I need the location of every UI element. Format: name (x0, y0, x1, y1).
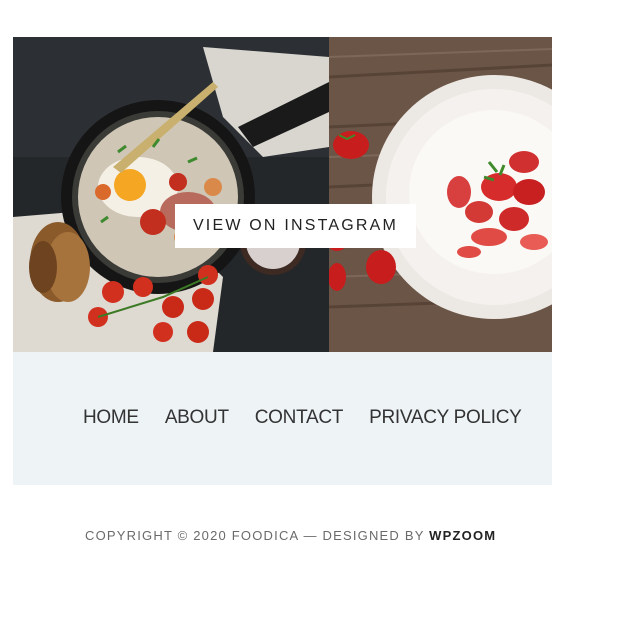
footer-menu: HOME ABOUT CONTACT PRIVACY POLICY (13, 352, 552, 485)
wpzoom-link[interactable]: WPZOOM (429, 528, 496, 543)
copyright-text: COPYRIGHT © 2020 FOODICA — DESIGNED BY (85, 528, 430, 543)
footer-menu-privacy-policy-link[interactable]: PRIVACY POLICY (369, 407, 522, 429)
instagram-feed: VIEW ON INSTAGRAM (13, 37, 552, 352)
instagram-photo-breakfast[interactable] (13, 37, 329, 352)
footer-menu-home-link[interactable]: HOME (83, 407, 139, 429)
footer-menu-list: HOME ABOUT CONTACT PRIVACY POLICY (83, 407, 548, 429)
footer-menu-about-link[interactable]: ABOUT (165, 407, 229, 429)
footer-menu-contact-link[interactable]: CONTACT (255, 407, 344, 429)
view-on-instagram-button[interactable]: VIEW ON INSTAGRAM (175, 204, 416, 248)
instagram-photo-pavlova[interactable] (329, 37, 552, 352)
breakfast-pan-photo (13, 37, 329, 352)
strawberry-pavlova-photo (329, 37, 552, 352)
copyright-notice: COPYRIGHT © 2020 FOODICA — DESIGNED BY W… (85, 528, 496, 543)
